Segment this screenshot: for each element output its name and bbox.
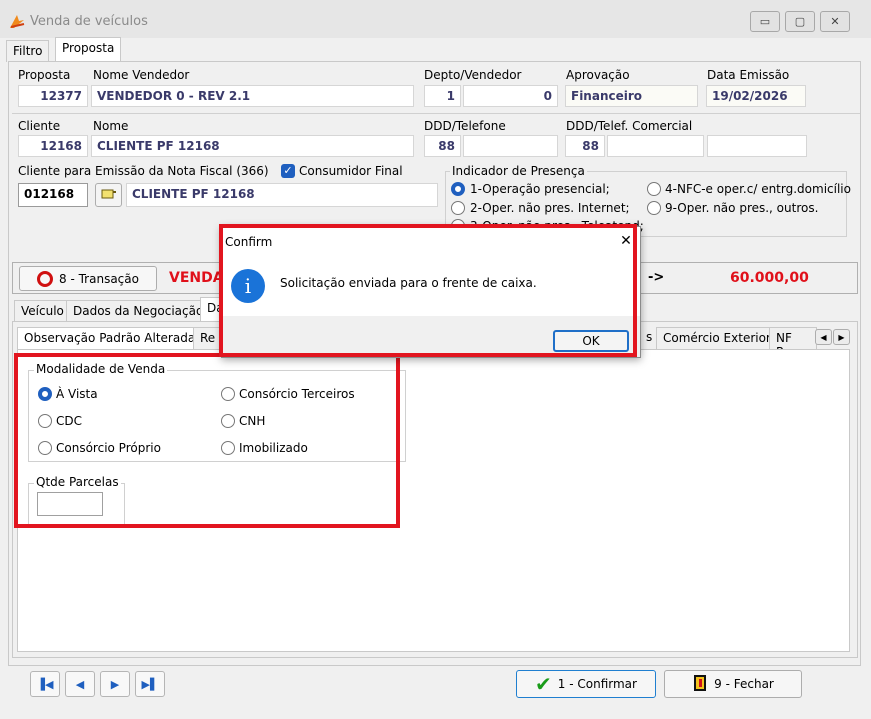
first-record-button[interactable]: ▐◀	[30, 671, 60, 697]
ddd-field[interactable]: 88	[424, 135, 461, 157]
consumidor-final-checkbox[interactable]: ✓	[281, 164, 295, 178]
transacao-status: VENDA	[169, 270, 224, 286]
tab-re[interactable]: Re	[193, 327, 223, 350]
next-record-button[interactable]: ▶	[100, 671, 130, 697]
presenca-radio-9[interactable]	[647, 201, 661, 215]
telefone-field[interactable]	[463, 135, 558, 157]
aprovacao-label: Aprovação	[566, 68, 630, 82]
last-record-button[interactable]: ▶▌	[135, 671, 165, 697]
cliente-field[interactable]: 12168	[18, 135, 88, 157]
ddd-comercial-field[interactable]: 88	[565, 135, 605, 157]
arrow-right-icon: ▶	[838, 332, 845, 342]
vendedor-field[interactable]: VENDEDOR 0 - REV 2.1	[91, 85, 414, 107]
highlight-box-modalidade	[14, 353, 400, 528]
data-emissao-field[interactable]: 19/02/2026	[706, 85, 806, 107]
last-icon: ▶▌	[141, 677, 159, 691]
pointing-hand-icon	[101, 187, 117, 204]
data-emissao-label: Data Emissão	[707, 68, 790, 82]
next-icon: ▶	[110, 677, 120, 691]
maximize-button[interactable]: ▢	[785, 11, 815, 32]
nf-cliente-label: Cliente para Emissão da Nota Fiscal (366…	[18, 164, 269, 178]
window-title: Venda de veículos	[30, 14, 148, 29]
confirmar-label: 1 - Confirmar	[557, 677, 637, 691]
tab-proposta[interactable]: Proposta	[55, 37, 122, 62]
cliente-label: Cliente	[18, 119, 61, 133]
transacao-button-label: 8 - Transação	[59, 271, 139, 286]
tab-veiculo[interactable]: Veículo	[14, 300, 71, 322]
previous-icon: ◀	[75, 677, 85, 691]
nf-cliente-code-field[interactable]: 012168	[18, 183, 88, 207]
depto-field[interactable]: 1	[424, 85, 461, 107]
telefone-comercial-field[interactable]	[607, 135, 704, 157]
vendedor-code-field[interactable]: 0	[463, 85, 558, 107]
presenca-option-4: 4-NFC-e oper.c/ entrg.domicílio	[665, 182, 851, 196]
telefone-comercial-extra-field[interactable]	[707, 135, 807, 157]
ddd-telefone-label: DDD/Telefone	[424, 119, 506, 133]
tabs-scroll-right-button[interactable]: ▶	[833, 329, 850, 345]
transacao-icon	[37, 270, 54, 287]
close-window-button[interactable]: ✕	[820, 11, 850, 32]
presenca-option-9: 9-Oper. não pres., outros.	[665, 201, 819, 215]
transacao-arrow: ->	[648, 270, 665, 285]
tab-comercio-exterior[interactable]: Comércio Exterior	[656, 327, 778, 350]
vendedor-label: Nome Vendedor	[93, 68, 190, 82]
presenca-radio-4[interactable]	[647, 182, 661, 196]
nome-label: Nome	[93, 119, 129, 133]
aprovacao-field[interactable]: Financeiro	[565, 85, 698, 107]
exit-door-icon	[692, 674, 708, 695]
presenca-title: Indicador de Presença	[450, 164, 587, 178]
transacao-button[interactable]: 8 - Transação	[19, 266, 157, 291]
proposta-field[interactable]: 12377	[18, 85, 88, 107]
tab-dados-negociacao[interactable]: Dados da Negociação	[66, 300, 211, 322]
fechar-button[interactable]: 9 - Fechar	[664, 670, 802, 698]
minimize-icon: ▭	[759, 15, 771, 28]
arrow-left-icon: ◀	[820, 332, 827, 342]
tab-observacao-padrao[interactable]: Observação Padrão Alterada	[17, 327, 203, 350]
nf-cliente-name-field[interactable]: CLIENTE PF 12168	[126, 183, 438, 207]
app-logo-icon	[8, 12, 26, 30]
checkmark-icon: ✔	[535, 672, 552, 696]
first-icon: ▐◀	[36, 677, 54, 691]
maximize-icon: ▢	[794, 15, 806, 28]
transacao-total: 60.000,00	[730, 270, 809, 286]
ddd-comercial-label: DDD/Telef. Comercial	[566, 119, 693, 133]
highlight-box-dialog	[219, 224, 637, 357]
presenca-option-1: 1-Operação presencial;	[470, 182, 610, 196]
search-cliente-button[interactable]	[95, 183, 122, 207]
minimize-button[interactable]: ▭	[750, 11, 780, 32]
close-icon: ✕	[830, 15, 840, 28]
tab-filtro[interactable]: Filtro	[6, 40, 50, 62]
confirmar-button[interactable]: ✔ 1 - Confirmar	[516, 670, 656, 698]
tabs-scroll-left-button[interactable]: ◀	[815, 329, 832, 345]
presenca-option-2: 2-Oper. não pres. Internet;	[470, 201, 630, 215]
consumidor-final-label: Consumidor Final	[299, 164, 403, 178]
previous-record-button[interactable]: ◀	[65, 671, 95, 697]
depto-label: Depto/Vendedor	[424, 68, 522, 82]
proposta-label: Proposta	[18, 68, 71, 82]
tab-nf-re[interactable]: NF Re	[769, 327, 817, 350]
fechar-label: 9 - Fechar	[714, 677, 774, 691]
nome-field[interactable]: CLIENTE PF 12168	[91, 135, 414, 157]
presenca-radio-2[interactable]	[451, 201, 465, 215]
divider	[12, 113, 860, 114]
presenca-radio-1[interactable]	[451, 182, 465, 196]
